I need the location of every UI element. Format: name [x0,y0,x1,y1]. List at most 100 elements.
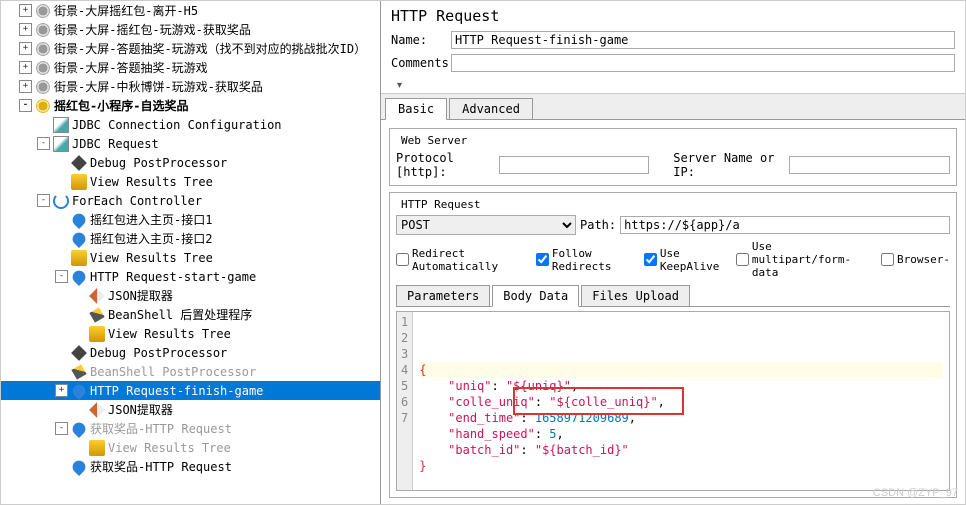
vial-icon [53,117,69,133]
drop-icon [70,381,88,399]
comments-input[interactable] [451,54,955,72]
gold-icon [71,250,87,266]
tab-basic[interactable]: Basic [385,98,447,120]
tree-label: JSON提取器 [108,287,173,304]
tree-label: JDBC Request [72,137,159,151]
chk-browser[interactable]: Browser- [881,253,950,266]
tree-node[interactable]: + 街景-大屏摇红包-离开-H5 [1,1,380,20]
tree-node[interactable]: +街景-大屏-中秋博饼-玩游戏-获取奖品 [1,77,380,96]
toggle-icon[interactable]: + [19,42,32,55]
tree-node[interactable]: JDBC Connection Configuration [1,115,380,134]
tree-label: View Results Tree [90,175,213,189]
tree-node[interactable]: + HTTP Request-finish-game [1,381,380,400]
path-label: Path: [580,218,616,232]
webserver-fieldset: Web Server Protocol [http]: Server Name … [389,128,957,186]
diamond-icon [71,155,87,171]
toggle-icon[interactable]: + [19,80,32,93]
chk-redirect-auto[interactable]: Redirect Automatically [396,247,526,273]
tree-node[interactable]: BeanShell 后置处理程序 [1,305,380,324]
drop-icon [70,229,88,247]
tree-node[interactable]: JSON提取器 [1,286,380,305]
gear-icon [35,60,51,76]
tree-node[interactable]: -摇红包-小程序-自选奖品 [1,96,380,115]
vial-icon [53,136,69,152]
tree-node[interactable]: 摇红包进入主页-接口2 [1,229,380,248]
chk-keepalive[interactable]: Use KeepAlive [644,247,726,273]
toggle-icon[interactable]: + [55,384,68,397]
toggle-icon [55,365,68,378]
tree-node[interactable]: 获取奖品-HTTP Request [1,457,380,476]
expand-icon[interactable]: ▾ [397,80,402,91]
tree-label: HTTP Request-start-game [90,270,256,284]
name-label: Name: [391,33,451,47]
tree-node[interactable]: - ForEach Controller [1,191,380,210]
tree-node[interactable]: +街景-大屏-答题抽奖-玩游戏 [1,58,380,77]
tree-node[interactable]: +街景-大屏-答题抽奖-玩游戏（找不到对应的挑战批次ID） [1,39,380,58]
tree-node[interactable]: +街景-大屏-摇红包-玩游戏-获取奖品 [1,20,380,39]
subtab-parameters[interactable]: Parameters [396,285,490,306]
wand-icon [71,364,86,379]
tree-label: 街景-大屏摇红包-离开-H5 [54,2,198,19]
name-input[interactable] [451,31,955,49]
diamond-icon [71,345,87,361]
drop-icon [70,457,88,475]
tree-label: 获取奖品-HTTP Request [90,420,232,437]
wand-icon [89,307,104,322]
tree-node[interactable]: View Results Tree [1,248,380,267]
tree-node[interactable]: - JDBC Request [1,134,380,153]
comments-label: Comments: [391,56,451,70]
watermark: CSDN @ZYP_97 [873,487,958,499]
toggle-icon[interactable]: + [19,23,32,36]
toggle-icon [55,156,68,169]
tabs: Basic Advanced [381,94,965,120]
toggle-icon[interactable]: + [19,4,32,17]
body-editor[interactable]: 1234567 { "uniq": "${uniq}", "colle_uniq… [396,311,950,491]
toggle-icon [37,118,50,131]
servername-input[interactable] [789,156,950,174]
loop-icon [53,193,69,209]
tree-node[interactable]: 摇红包进入主页-接口1 [1,210,380,229]
httprequest-legend: HTTP Request [398,198,483,211]
toggle-icon[interactable]: - [55,270,68,283]
tree-label: ForEach Controller [72,194,202,208]
toggle-icon[interactable]: - [19,99,32,112]
toggle-icon [73,289,86,302]
tree-label: HTTP Request-finish-game [90,384,263,398]
toggle-icon [73,308,86,321]
panel-title: HTTP Request [391,7,955,25]
method-select[interactable]: POST [396,215,576,235]
toggle-icon[interactable]: + [19,61,32,74]
gear-icon [35,3,51,19]
subtab-bodydata[interactable]: Body Data [492,285,579,307]
pen-icon [89,288,105,304]
gold-icon [89,326,105,342]
tree-node[interactable]: - 获取奖品-HTTP Request [1,419,380,438]
toggle-icon[interactable]: - [55,422,68,435]
protocol-input[interactable] [499,156,649,174]
toggle-icon[interactable]: - [37,137,50,150]
chk-multipart[interactable]: Use multipart/form-data [736,240,871,279]
tree-label: View Results Tree [108,441,231,455]
tree-label: 获取奖品-HTTP Request [90,458,232,475]
toggle-icon[interactable]: - [37,194,50,207]
tree-label: JSON提取器 [108,401,173,418]
subtab-filesupload[interactable]: Files Upload [581,285,690,306]
tree-node[interactable]: BeanShell PostProcessor [1,362,380,381]
tree-label: BeanShell PostProcessor [90,365,256,379]
tree-node[interactable]: Debug PostProcessor [1,343,380,362]
tab-advanced[interactable]: Advanced [449,98,533,119]
tree-node[interactable]: View Results Tree [1,438,380,457]
toggle-icon [73,327,86,340]
toggle-icon [55,251,68,264]
httprequest-fieldset: HTTP Request POST Path: Redirect Automat… [389,192,957,498]
drop-icon [70,419,88,437]
tree-node[interactable]: - HTTP Request-start-game [1,267,380,286]
tree-node[interactable]: JSON提取器 [1,400,380,419]
path-input[interactable] [620,216,950,234]
drop-icon [70,210,88,228]
tree-label: Debug PostProcessor [90,156,227,170]
tree-node[interactable]: View Results Tree [1,324,380,343]
tree-node[interactable]: View Results Tree [1,172,380,191]
chk-follow[interactable]: Follow Redirects [536,247,634,273]
tree-node[interactable]: Debug PostProcessor [1,153,380,172]
